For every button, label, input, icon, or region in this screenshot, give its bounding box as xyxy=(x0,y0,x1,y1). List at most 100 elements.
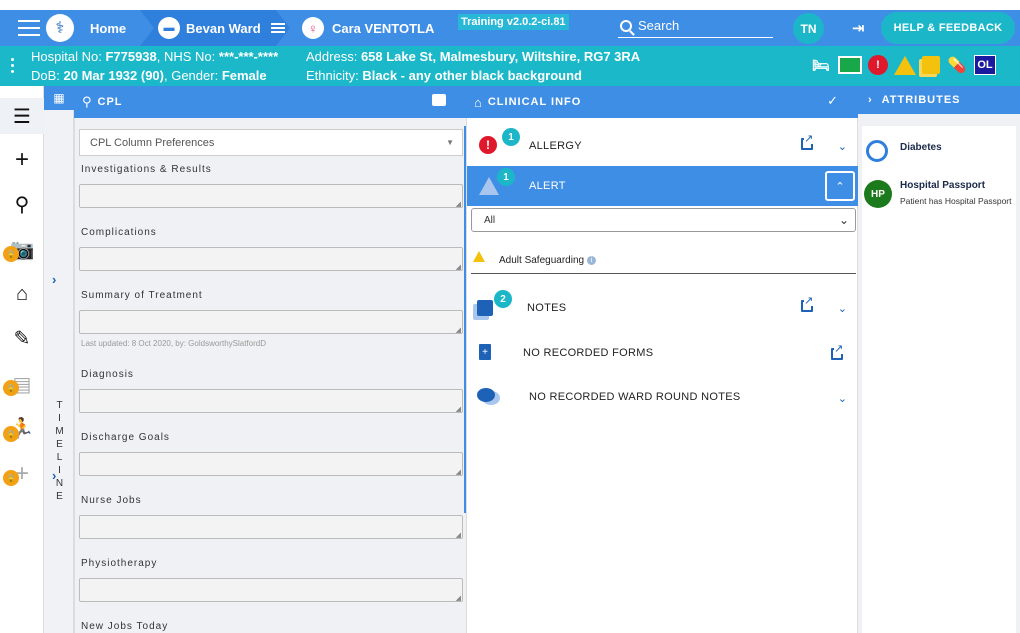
section-label: Complications xyxy=(81,227,157,238)
green-status-icon[interactable] xyxy=(838,56,862,74)
notes-icon[interactable] xyxy=(922,56,940,74)
notes-count-badge: 2 xyxy=(494,290,512,308)
ward-menu-icon[interactable] xyxy=(270,23,285,33)
printer-icon[interactable] xyxy=(432,94,446,106)
user-avatar[interactable]: TN xyxy=(793,13,824,44)
timeline-label[interactable]: TIMELINE xyxy=(48,400,70,511)
last-updated-meta: Last updated: 8 Oct 2020, by: Goldsworth… xyxy=(81,339,266,348)
alert-item[interactable]: Adult Safeguarding i xyxy=(471,246,856,274)
chevron-right-icon[interactable]: › xyxy=(868,94,872,106)
section-label: Diagnosis xyxy=(81,369,134,380)
chart-document-icon[interactable]: ✎ xyxy=(0,320,44,356)
banner-more-icon[interactable] xyxy=(11,58,14,73)
alert-filter-select[interactable]: All ⌄ xyxy=(471,208,856,232)
alert-row[interactable]: 1 ALERT ⌃ xyxy=(467,166,859,206)
attributes-title: ATTRIBUTES xyxy=(881,94,961,106)
investigations-results-textarea[interactable] xyxy=(79,184,463,208)
chevron-up-icon[interactable]: ⌃ xyxy=(825,171,855,201)
cpl-header: ⚲ CPL xyxy=(74,86,466,118)
attribute-name[interactable]: Diabetes xyxy=(900,142,942,153)
ward-label: Bevan Ward xyxy=(186,20,261,36)
chevron-down-icon: ⌄ xyxy=(838,213,849,227)
home-link[interactable]: Home xyxy=(90,21,126,36)
ward-breadcrumb[interactable]: ▬ Bevan Ward xyxy=(140,10,290,46)
open-external-icon[interactable] xyxy=(801,296,814,312)
timeline-expand-icon[interactable]: › xyxy=(52,468,56,483)
lock-icon: 🔒 xyxy=(3,426,19,442)
notes-label: NOTES xyxy=(527,302,567,314)
summary-of-treatment-textarea[interactable] xyxy=(79,310,463,334)
chevron-down-icon[interactable]: ✓ xyxy=(827,93,838,109)
lock-icon: 🔒 xyxy=(3,380,19,396)
physiotherapy-textarea[interactable] xyxy=(79,578,463,602)
patient-breadcrumb[interactable]: ♀ Cara VENTOTLA xyxy=(292,10,462,46)
timeline-expand-icon[interactable]: › xyxy=(52,272,56,287)
chevron-down-icon[interactable]: ⌄ xyxy=(838,302,847,315)
cpl-column-preferences-select[interactable]: CPL Column Preferences ▼ xyxy=(79,129,463,156)
lock-icon: 🔒 xyxy=(3,470,19,486)
alert-label: ALERT xyxy=(529,180,566,192)
female-patient-icon: ♀ xyxy=(302,17,324,39)
forms-row[interactable]: + NO RECORDED FORMS xyxy=(467,336,859,376)
section-label: New Jobs Today xyxy=(81,621,169,632)
search-input[interactable]: Search xyxy=(618,14,773,38)
notes-icon xyxy=(477,300,493,316)
hospital-number: F775938 xyxy=(105,49,157,64)
dob-gender-line: DoB: 20 Mar 1932 (90), Gender: Female xyxy=(31,68,267,83)
warning-icon[interactable] xyxy=(894,55,916,75)
ward-round-label: NO RECORDED WARD ROUND NOTES xyxy=(529,391,741,403)
ward-round-row[interactable]: NO RECORDED WARD ROUND NOTES ⌄ xyxy=(467,378,859,418)
allergy-label: ALLERGY xyxy=(529,140,582,152)
home-icon: ⌂ xyxy=(474,94,482,110)
address: 658 Lake St, Malmesbury, Wiltshire, RG7 … xyxy=(360,49,641,64)
stethoscope-icon[interactable]: ⚲ xyxy=(0,186,44,222)
alert-count-badge: 1 xyxy=(497,168,515,186)
diagnosis-textarea[interactable] xyxy=(79,389,463,413)
home-icon[interactable]: ⌂ xyxy=(0,276,44,312)
search-placeholder: Search xyxy=(638,18,680,33)
calendar-icon[interactable]: ▦ xyxy=(44,86,74,110)
notes-row[interactable]: 2 NOTES ⌄ xyxy=(467,288,859,328)
patient-name: Cara VENTOTLA xyxy=(332,20,435,36)
clipboard-plus-icon: + xyxy=(479,344,491,360)
ol-badge[interactable]: OL xyxy=(974,55,996,75)
clinical-info-panel: ! 1 ALLERGY ⌄ 1 ALERT ⌃ All ⌄ Adult Safe… xyxy=(466,118,859,633)
lock-icon: 🔒 xyxy=(3,246,19,262)
alert-item-label: Adult Safeguarding xyxy=(499,255,585,266)
info-icon[interactable]: i xyxy=(587,255,597,265)
ethnicity-line: Ethnicity: Black - any other black backg… xyxy=(306,68,582,83)
logout-icon[interactable]: ⇥ xyxy=(852,19,865,37)
diabetes-ring-icon xyxy=(866,140,888,162)
red-alert-icon[interactable]: ! xyxy=(868,55,888,75)
search-icon xyxy=(620,19,632,32)
date-of-birth: 20 Mar 1932 (90) xyxy=(63,68,164,83)
bed-icon[interactable]: 🛏 xyxy=(810,55,832,75)
chevron-down-icon[interactable]: ⌄ xyxy=(838,392,847,405)
discharge-goals-textarea[interactable] xyxy=(79,452,463,476)
help-feedback-button[interactable]: HELP & FEEDBACK xyxy=(881,12,1015,44)
nhs-number: ***-***-**** xyxy=(218,49,279,64)
clinical-info-title: CLINICAL INFO xyxy=(487,96,582,108)
open-external-icon[interactable] xyxy=(801,134,814,150)
plus-icon[interactable]: + xyxy=(0,142,44,178)
timeline-strip: ▦ › TIMELINE › xyxy=(44,86,74,633)
attribute-name[interactable]: Hospital Passport xyxy=(900,180,985,191)
medication-icon[interactable]: 💊 xyxy=(946,55,968,75)
open-external-icon[interactable] xyxy=(831,344,844,360)
cpl-title: CPL xyxy=(97,96,123,108)
stethoscope-icon: ⚲ xyxy=(82,94,92,109)
training-version-badge: Training v2.0.2-ci.81 xyxy=(458,14,569,30)
chat-icon xyxy=(477,388,495,402)
allergy-row[interactable]: ! 1 ALLERGY ⌄ xyxy=(467,126,859,166)
complications-textarea[interactable] xyxy=(79,247,463,271)
hospital-passport-badge: HP xyxy=(864,180,892,208)
list-icon[interactable]: ☰ xyxy=(0,98,44,134)
attributes-panel: Diabetes HP Hospital Passport Patient ha… xyxy=(858,114,1020,633)
nurse-jobs-textarea[interactable] xyxy=(79,515,463,539)
left-sidebar: ☰ + ⚲ 📷 🔒 ⌂ ✎ ▤ 🔒 🏃 🔒 + 🔒 xyxy=(0,86,44,633)
section-label: Summary of Treatment xyxy=(81,290,203,301)
forms-label: NO RECORDED FORMS xyxy=(523,347,654,359)
chevron-down-icon[interactable]: ⌄ xyxy=(838,140,847,153)
main-menu-icon[interactable] xyxy=(18,20,40,36)
warning-icon xyxy=(479,177,499,195)
